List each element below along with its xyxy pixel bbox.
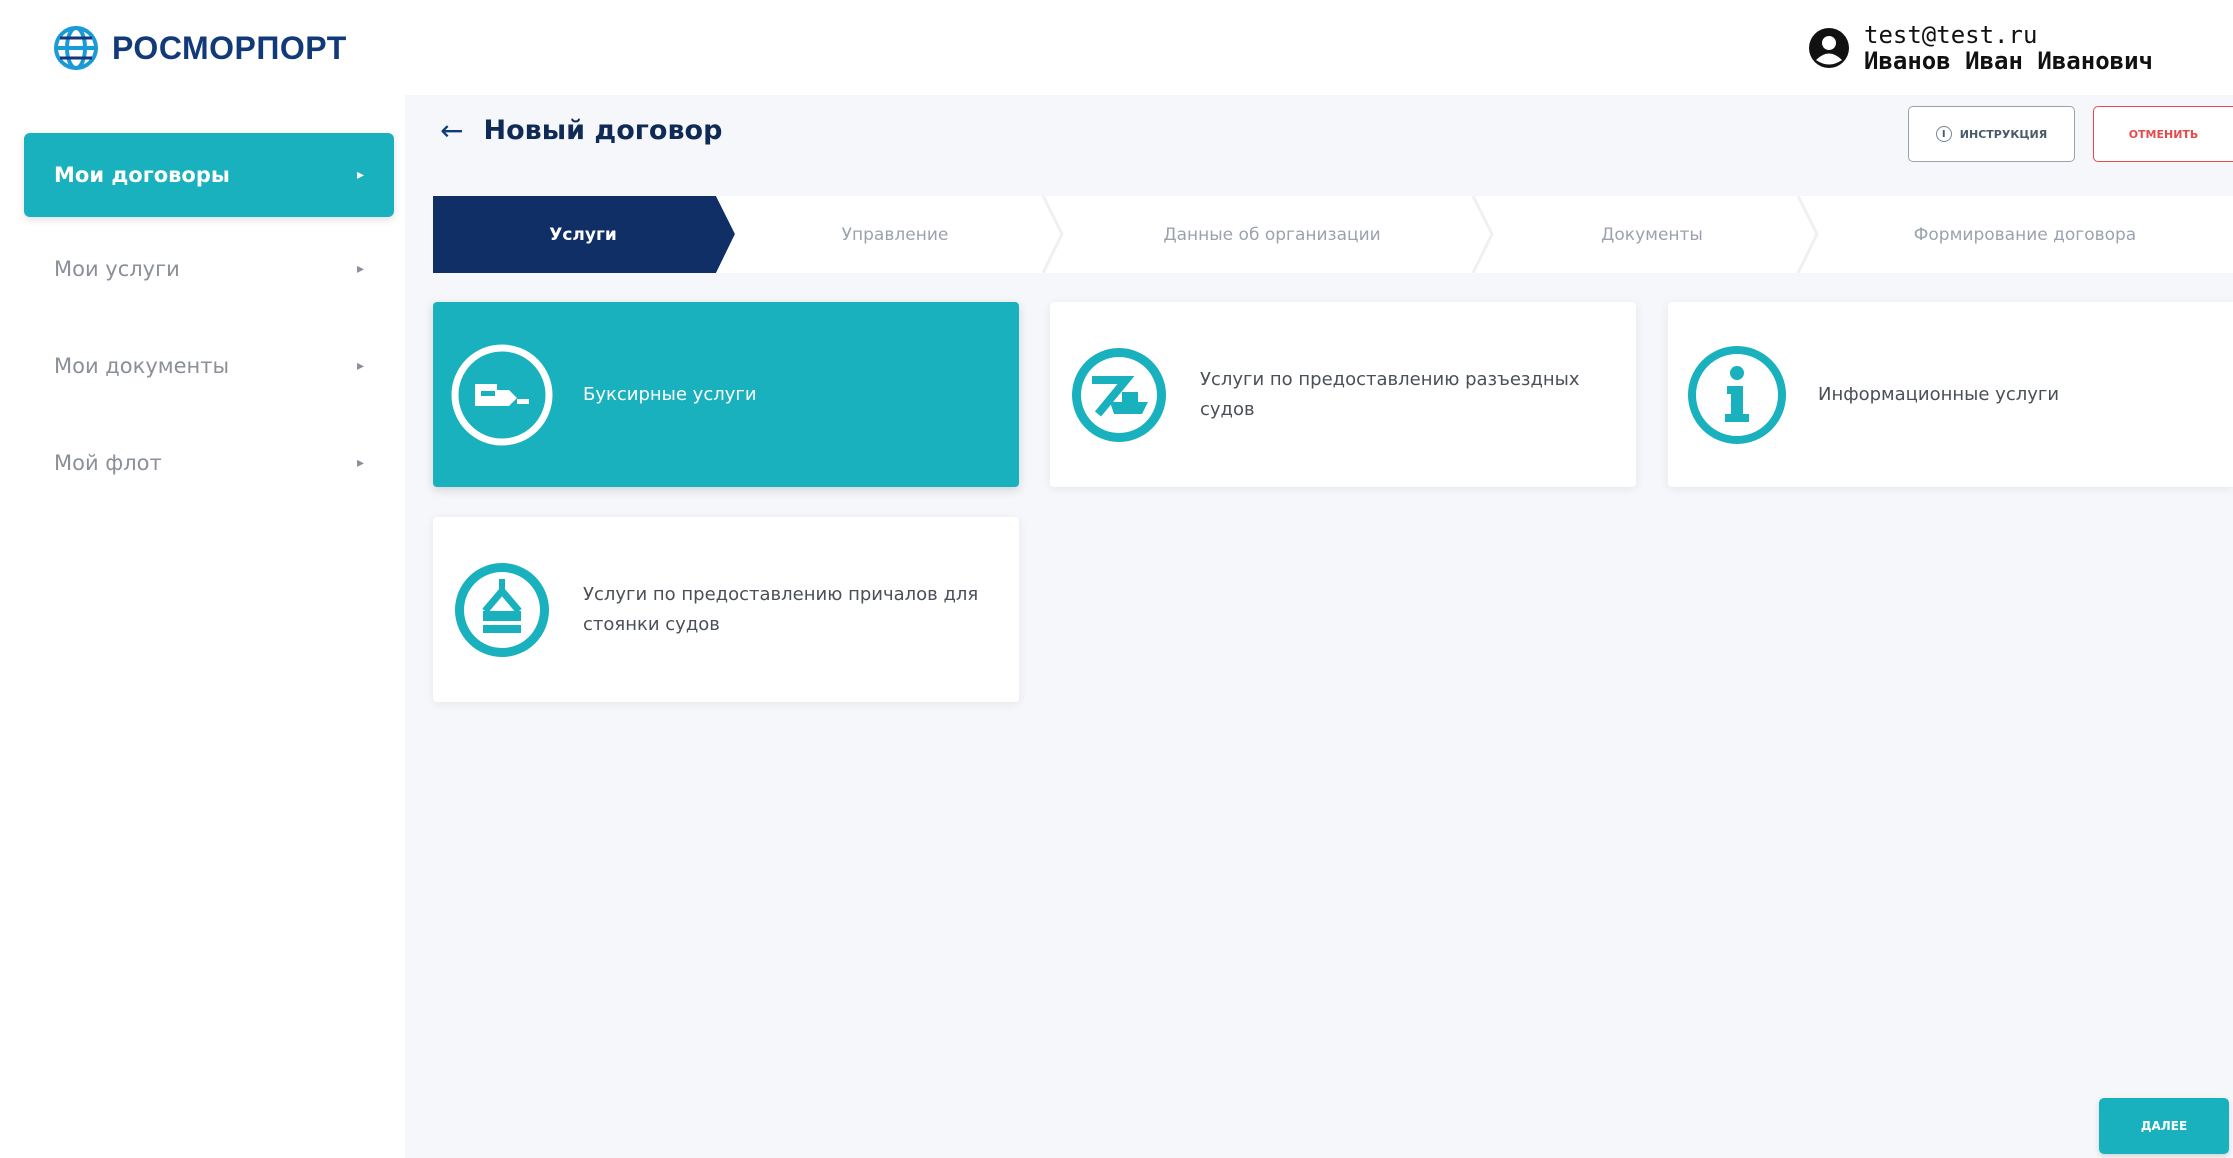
back-arrow-icon[interactable]: ← [440,114,463,147]
step-documents[interactable]: Документы [1492,196,1812,273]
service-card-information[interactable]: Информационные услуги [1668,302,2233,487]
step-label: Данные об организации [1163,224,1381,245]
sidebar: Мои договоры ▸ Мои услуги ▸ Мои документ… [0,95,405,1158]
sidebar-item-label: Мои договоры [54,163,230,187]
cancel-button[interactable]: отменить [2093,106,2233,162]
sidebar-item-my-documents[interactable]: Мои документы ▸ [24,324,394,408]
service-label: Услуги по предоставлению разъездных судо… [1200,368,1580,420]
next-button[interactable]: далее [2099,1098,2229,1154]
sidebar-item-my-fleet[interactable]: Мой флот ▸ [24,421,394,505]
sidebar-item-label: Мои документы [54,354,230,378]
brand-name: РОСМОРПОРТ [112,29,347,66]
step-label: Управление [841,224,949,245]
chevron-right-icon: ▸ [356,167,364,183]
sidebar-item-label: Мои услуги [54,257,180,281]
user-name: Иванов Иван Иванович [1864,47,2153,75]
ship-icon [1072,348,1166,442]
page-title: Новый договор [483,115,723,146]
chevron-right-icon: ▸ [356,261,364,277]
sidebar-item-label: Мой флот [54,451,162,475]
brand-logo[interactable]: РОСМОРПОРТ [52,24,347,72]
step-label: Формирование договора [1913,224,2137,245]
page-header: ← Новый договор [440,114,722,147]
user-menu[interactable]: test@test.ru Иванов Иван Иванович [1808,22,2153,74]
top-bar: РОСМОРПОРТ test@test.ru Иванов Иван Иван… [0,0,2233,95]
instructions-button[interactable]: i инструкция [1908,106,2075,162]
service-card-berths[interactable]: Услуги по предоставлению причалов для ст… [433,517,1019,702]
service-label: Информационные услуги [1818,383,2060,405]
step-management[interactable]: Управление [735,196,1055,273]
progress-stepper: Услуги Управление Данные об организации … [433,196,2233,273]
step-label: Услуги [549,224,617,245]
berth-icon [455,563,549,657]
next-label: далее [2140,1119,2188,1133]
service-label: Буксирные услуги [583,383,757,405]
info-icon [1688,346,1786,444]
chevron-right-icon: ▸ [356,455,364,471]
step-services[interactable]: Услуги [433,196,733,273]
service-card-towing[interactable]: Буксирные услуги [433,302,1019,487]
cancel-label: отменить [2128,127,2199,141]
user-avatar-icon [1809,28,1849,68]
sidebar-item-my-services[interactable]: Мои услуги ▸ [24,227,394,311]
step-organization-data[interactable]: Данные об организации [1062,196,1482,273]
sidebar-item-my-contracts[interactable]: Мои договоры ▸ [24,133,394,217]
chevron-right-icon: ▸ [356,358,364,374]
info-circle-icon: i [1935,126,1952,142]
globe-icon [54,26,98,70]
tugboat-icon [451,344,553,446]
service-card-tender-vessels[interactable]: Услуги по предоставлению разъездных судо… [1050,302,1636,487]
service-label: Услуги по предоставлению причалов для ст… [583,583,979,635]
step-label: Документы [1601,224,1703,245]
user-email: test@test.ru [1864,21,2038,49]
step-contract-formation[interactable]: Формирование договора [1817,196,2233,273]
instructions-label: инструкция [1959,127,2048,141]
